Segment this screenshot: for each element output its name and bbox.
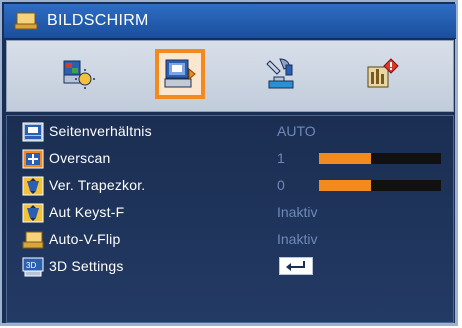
setting-label: Overscan <box>49 150 111 166</box>
setting-label: Seitenverhältnis <box>49 123 152 139</box>
tab-bildschirm[interactable] <box>155 49 205 99</box>
menu-title: BILDSCHIRM <box>47 12 149 29</box>
setting-row-auto-v-flip[interactable]: Auto-V-Flip Inaktiv <box>7 226 453 253</box>
setting-value: 1 <box>277 150 285 166</box>
auto-keystone-icon <box>22 203 44 223</box>
osd-menu-window: BILDSCHIRM Seitenverhältnis AUTO Oversca… <box>0 0 458 326</box>
setting-label: 3D Settings <box>49 258 124 274</box>
tab-optionen[interactable] <box>357 49 407 99</box>
enter-arrow-icon <box>286 261 305 271</box>
aspect-ratio-icon <box>22 122 44 142</box>
display-icon <box>14 12 38 30</box>
setting-value: Inaktiv <box>277 204 318 220</box>
setting-row-keystone[interactable]: Ver. Trapezkor. 0 <box>7 172 453 199</box>
enter-button[interactable] <box>279 257 313 275</box>
tab-bild[interactable] <box>54 49 104 99</box>
screen-settings-icon <box>164 59 196 88</box>
keystone-slider-fill <box>319 180 372 191</box>
setting-row-3d-settings[interactable]: 3D 3D Settings <box>7 253 453 280</box>
setting-value: 0 <box>277 177 285 193</box>
setting-label: Auto-V-Flip <box>49 231 121 247</box>
keystone-icon <box>22 176 44 196</box>
flip-icon <box>22 231 44 249</box>
setting-label: Ver. Trapezkor. <box>49 177 146 193</box>
setup-tools-icon <box>266 58 294 89</box>
setting-row-auto-keystone[interactable]: Aut Keyst-F Inaktiv <box>7 199 453 226</box>
setting-label: Aut Keyst-F <box>49 204 125 220</box>
keystone-slider[interactable] <box>319 180 441 191</box>
overscan-icon <box>22 149 44 169</box>
3d-settings-icon: 3D <box>22 257 44 277</box>
settings-list: Seitenverhältnis AUTO Overscan 1 Ver. Tr… <box>6 115 454 323</box>
overscan-slider[interactable] <box>319 153 441 164</box>
setting-row-aspect-ratio[interactable]: Seitenverhältnis AUTO <box>7 118 453 145</box>
title-bar: BILDSCHIRM <box>4 4 456 39</box>
tab-einstellungen[interactable] <box>256 49 306 99</box>
setting-value: Inaktiv <box>277 231 318 247</box>
svg-text:3D: 3D <box>26 261 36 270</box>
menu-tab-bar <box>6 40 454 112</box>
overscan-slider-fill <box>319 153 372 164</box>
picture-settings-icon <box>63 60 95 89</box>
setting-value: AUTO <box>277 123 316 139</box>
options-info-icon <box>367 58 399 88</box>
setting-row-overscan[interactable]: Overscan 1 <box>7 145 453 172</box>
